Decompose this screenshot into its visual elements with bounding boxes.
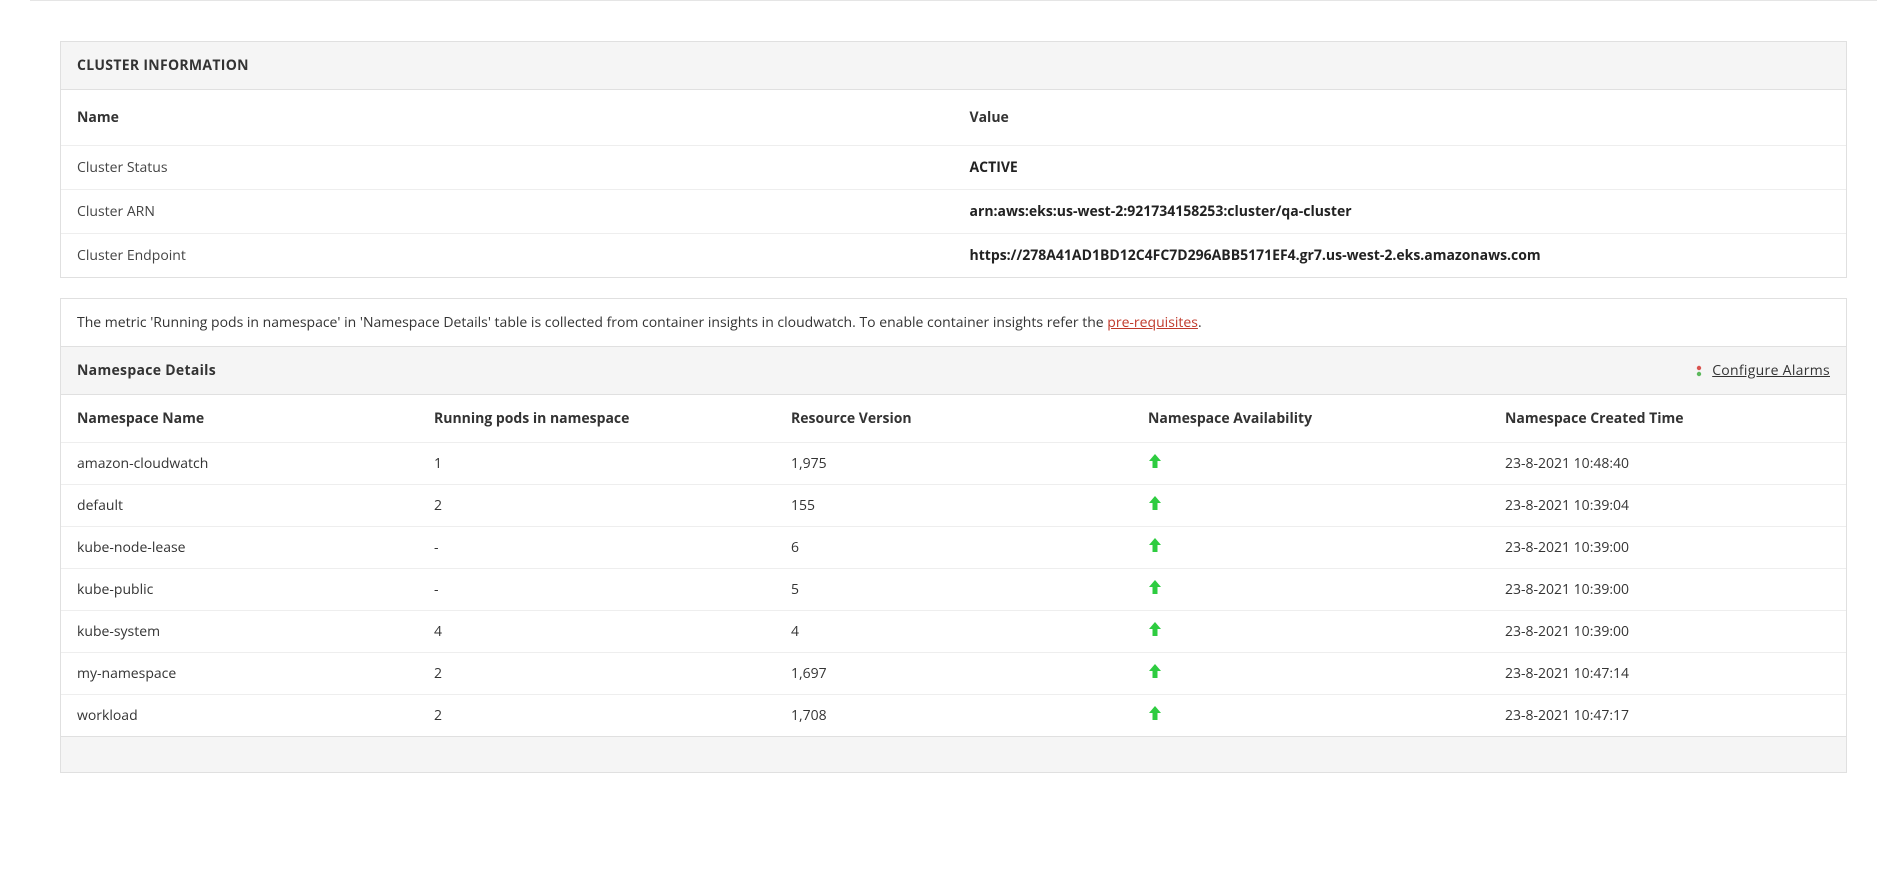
ns-cell-avail	[1132, 527, 1489, 569]
ns-cell-time: 23-8-2021 10:47:17	[1489, 695, 1846, 737]
table-row: default2155 23-8-2021 10:39:04	[61, 485, 1846, 527]
ns-cell-name: default	[61, 485, 418, 527]
namespace-table: Namespace Name Running pods in namespace…	[61, 395, 1846, 736]
cluster-info-table: Name Value Cluster Status ACTIVE Cluster…	[61, 90, 1846, 277]
ns-cell-res: 5	[775, 569, 1132, 611]
cluster-info-panel: CLUSTER INFORMATION Name Value Cluster S…	[60, 41, 1847, 278]
ns-cell-name: workload	[61, 695, 418, 737]
cluster-info-title: CLUSTER INFORMATION	[61, 42, 1846, 90]
ns-cell-pods: -	[418, 527, 775, 569]
cluster-info-value: ACTIVE	[954, 146, 1847, 190]
ns-cell-time: 23-8-2021 10:39:00	[1489, 569, 1846, 611]
ns-header-res: Resource Version	[775, 395, 1132, 443]
ns-cell-avail	[1132, 695, 1489, 737]
ns-cell-avail	[1132, 611, 1489, 653]
configure-alarms-link[interactable]: Configure Alarms	[1692, 361, 1830, 380]
ns-header-avail: Namespace Availability	[1132, 395, 1489, 443]
notice-banner: The metric 'Running pods in namespace' i…	[60, 298, 1847, 346]
ns-cell-name: kube-node-lease	[61, 527, 418, 569]
cluster-info-key: Cluster Status	[61, 146, 954, 190]
ns-header-name: Namespace Name	[61, 395, 418, 443]
ns-cell-name: kube-public	[61, 569, 418, 611]
ns-cell-res: 155	[775, 485, 1132, 527]
pre-requisites-link[interactable]: pre-requisites	[1107, 313, 1198, 332]
ns-cell-avail	[1132, 485, 1489, 527]
table-row: amazon-cloudwatch11,975 23-8-2021 10:48:4…	[61, 443, 1846, 485]
namespace-table-footer	[61, 736, 1846, 772]
table-row: Cluster ARN arn:aws:eks:us-west-2:921734…	[61, 190, 1846, 234]
ns-cell-name: kube-system	[61, 611, 418, 653]
cluster-info-value: arn:aws:eks:us-west-2:921734158253:clust…	[954, 190, 1847, 234]
ns-cell-avail	[1132, 569, 1489, 611]
ns-cell-pods: 2	[418, 695, 775, 737]
ns-cell-res: 1,708	[775, 695, 1132, 737]
up-arrow-icon	[1148, 579, 1162, 595]
up-arrow-icon	[1148, 663, 1162, 679]
ns-header-time: Namespace Created Time	[1489, 395, 1846, 443]
ns-cell-time: 23-8-2021 10:39:00	[1489, 527, 1846, 569]
ns-cell-pods: -	[418, 569, 775, 611]
ns-cell-time: 23-8-2021 10:39:04	[1489, 485, 1846, 527]
ns-cell-res: 1,975	[775, 443, 1132, 485]
up-arrow-icon	[1148, 705, 1162, 721]
table-row: my-namespace21,697 23-8-2021 10:47:14	[61, 653, 1846, 695]
table-row: kube-system4423-8-2021 10:39:00	[61, 611, 1846, 653]
table-row: Cluster Status ACTIVE	[61, 146, 1846, 190]
cluster-info-header-name: Name	[61, 90, 954, 146]
ns-cell-res: 6	[775, 527, 1132, 569]
ns-cell-res: 4	[775, 611, 1132, 653]
up-arrow-icon	[1148, 453, 1162, 469]
alarm-icon	[1692, 364, 1706, 378]
ns-cell-avail	[1132, 443, 1489, 485]
ns-cell-name: amazon-cloudwatch	[61, 443, 418, 485]
table-row: workload21,708 23-8-2021 10:47:17	[61, 695, 1846, 737]
ns-cell-time: 23-8-2021 10:48:40	[1489, 443, 1846, 485]
ns-cell-time: 23-8-2021 10:39:00	[1489, 611, 1846, 653]
table-row: kube-node-lease-6 23-8-2021 10:39:00	[61, 527, 1846, 569]
up-arrow-icon	[1148, 621, 1162, 637]
ns-cell-pods: 4	[418, 611, 775, 653]
ns-cell-name: my-namespace	[61, 653, 418, 695]
up-arrow-icon	[1148, 495, 1162, 511]
notice-text-prefix: The metric 'Running pods in namespace' i…	[77, 313, 1107, 332]
cluster-info-header-value: Value	[954, 90, 1847, 146]
notice-text-suffix: .	[1198, 313, 1202, 332]
table-row: Cluster Endpoint https://278A41AD1BD12C4…	[61, 234, 1846, 278]
cluster-info-key: Cluster ARN	[61, 190, 954, 234]
ns-cell-time: 23-8-2021 10:47:14	[1489, 653, 1846, 695]
configure-alarms-label: Configure Alarms	[1712, 361, 1830, 380]
namespace-details-panel: Namespace Details Configure Alarms Names…	[60, 346, 1847, 773]
cluster-info-key: Cluster Endpoint	[61, 234, 954, 278]
namespace-details-title: Namespace Details	[77, 361, 216, 380]
ns-cell-avail	[1132, 653, 1489, 695]
ns-cell-res: 1,697	[775, 653, 1132, 695]
up-arrow-icon	[1148, 537, 1162, 553]
ns-cell-pods: 1	[418, 443, 775, 485]
table-row: kube-public-5 23-8-2021 10:39:00	[61, 569, 1846, 611]
ns-cell-pods: 2	[418, 485, 775, 527]
ns-cell-pods: 2	[418, 653, 775, 695]
cluster-info-value: https://278A41AD1BD12C4FC7D296ABB5171EF4…	[954, 234, 1847, 278]
ns-header-pods: Running pods in namespace	[418, 395, 775, 443]
